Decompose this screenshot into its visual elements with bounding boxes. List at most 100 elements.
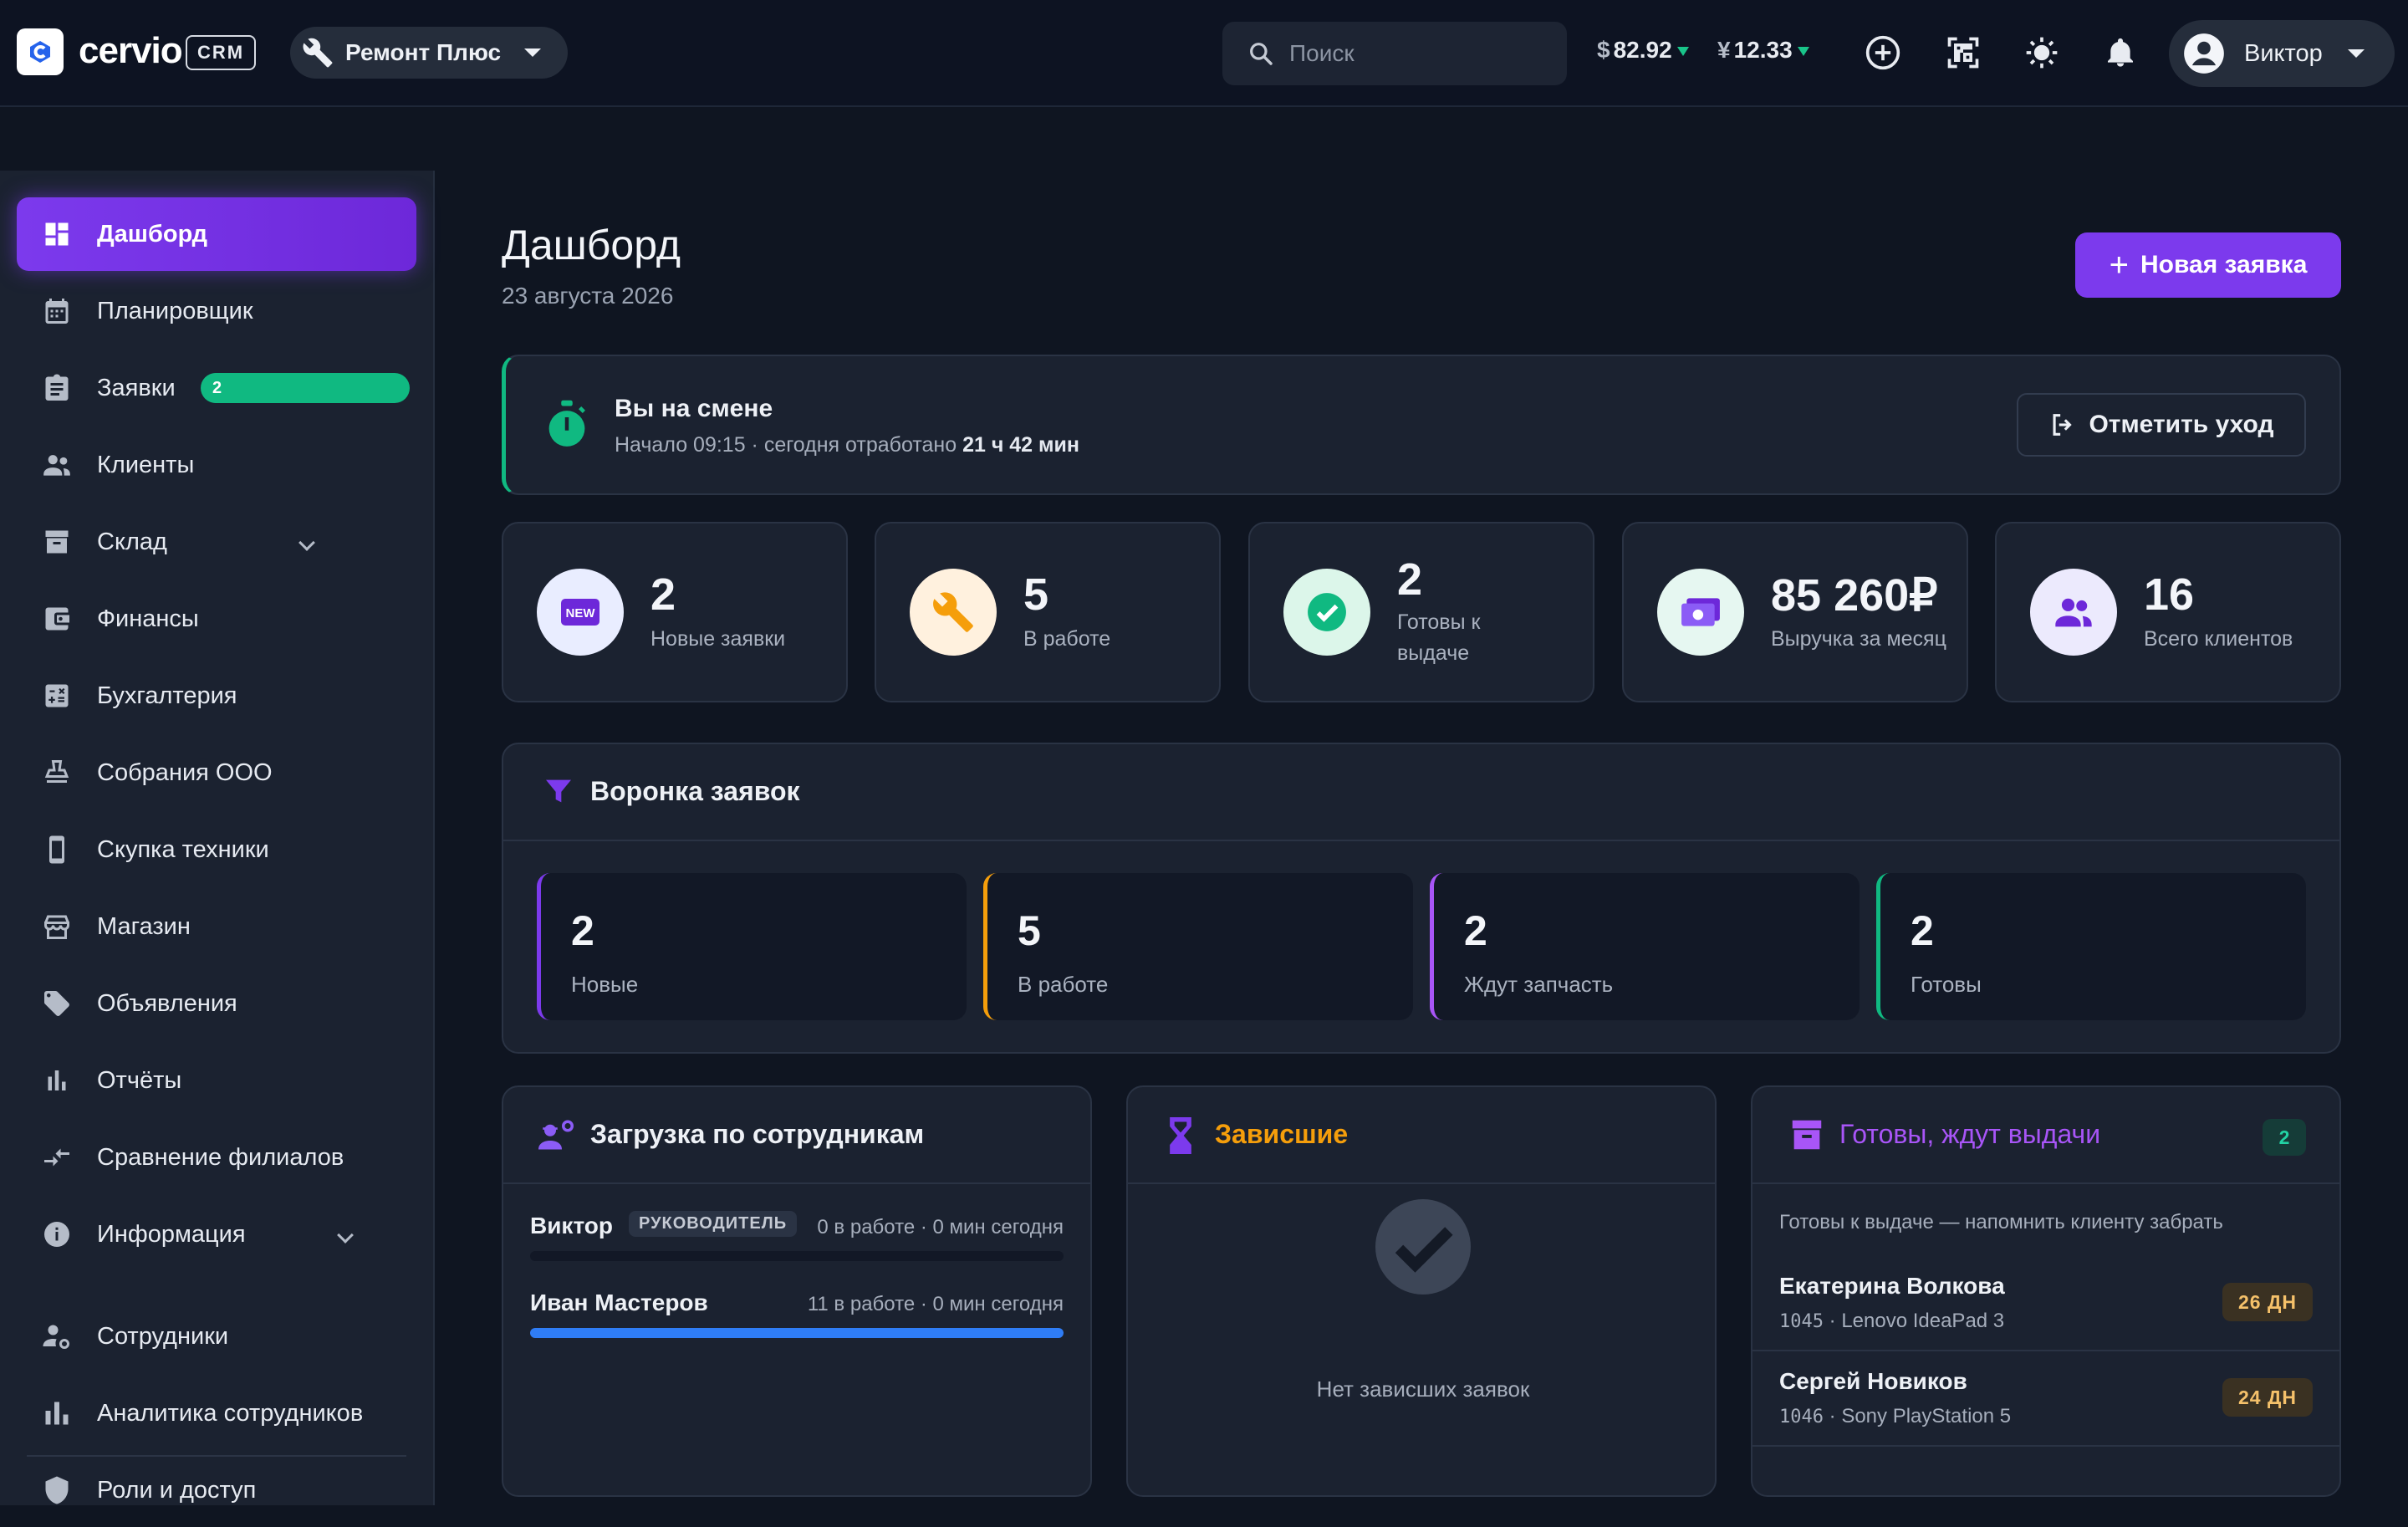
staff-settings-icon (38, 1318, 75, 1355)
page-date: 23 августа 2026 (502, 283, 674, 309)
new-order-button[interactable]: + Новая заявка (2075, 232, 2341, 298)
ready-subtitle: Готовы к выдаче — напомнить клиенту забр… (1779, 1211, 2223, 1233)
wrench-icon (910, 569, 997, 656)
ready-title: Готовы, ждут выдачи (1839, 1119, 2101, 1149)
filter-icon (542, 774, 575, 812)
days-badge: 26 ДН (2222, 1283, 2313, 1321)
workload-bar-fill (530, 1328, 1064, 1338)
funnel-stage[interactable]: 5 В работе (983, 873, 1413, 1020)
sidebar-item-ads[interactable]: Объявления (17, 967, 416, 1040)
logo-icon[interactable] (17, 28, 64, 75)
funnel-header: Воронка заявок (503, 744, 2339, 841)
archive-icon (1788, 1116, 1826, 1158)
sidebar-item-buyback[interactable]: Скупка техники (17, 813, 416, 886)
sidebar-item-staff[interactable]: Сотрудники (17, 1300, 416, 1373)
stopwatch-icon (544, 400, 589, 454)
plus-icon: + (2109, 247, 2129, 283)
shift-worked-time: 21 ч 42 мин (962, 433, 1079, 457)
wallet-icon (38, 600, 75, 637)
ready-row[interactable]: Сергей Новиков 1046 · Sony PlayStation 5… (1752, 1350, 2339, 1447)
engineer-icon (537, 1117, 575, 1157)
shift-subtitle: Начало 09:15 · сегодня отработано 21 ч 4… (615, 433, 1079, 457)
ready-count-badge: 2 (2263, 1119, 2306, 1156)
bar-chart-icon (38, 1062, 75, 1099)
funnel-stage[interactable]: 2 Готовы (1876, 873, 2306, 1020)
sidebar-item-reports[interactable]: Отчёты (17, 1044, 416, 1117)
workload-title: Загрузка по сотрудникам (590, 1119, 925, 1149)
calculator-icon (38, 677, 75, 714)
sidebar-item-planner[interactable]: Планировщик (17, 274, 416, 348)
top-bar: cervio CRM Ремонт Плюс Поиск $82.92 ¥12.… (0, 0, 2408, 107)
check-icon (1283, 569, 1370, 656)
stamp-icon (38, 754, 75, 791)
compare-arrows-icon (38, 1139, 75, 1176)
stat-card-revenue[interactable]: 85 260₽ Выручка за месяц (1622, 522, 1968, 702)
store-icon (38, 908, 75, 945)
sidebar-item-meetings[interactable]: Собрания ООО (17, 736, 416, 809)
sidebar-item-dashboard[interactable]: Дашборд (17, 197, 416, 271)
stat-card-in-progress[interactable]: 5 В работе (875, 522, 1221, 702)
sidebar-item-accounting[interactable]: Бухгалтерия (17, 659, 416, 733)
theme-sun-icon[interactable] (2017, 28, 2067, 78)
sidebar-item-warehouse[interactable]: Склад (17, 505, 416, 579)
currency-cny: ¥12.33 (1717, 37, 1809, 64)
sidebar-item-branches[interactable]: Сравнение филиалов (17, 1121, 416, 1194)
sidebar-item-staff-analytics[interactable]: Аналитика сотрудников (17, 1376, 416, 1450)
funnel-stage[interactable]: 2 Новые (537, 873, 967, 1020)
employee-stat: 0 в работе · 0 мин сегодня (817, 1216, 1064, 1238)
stat-card-clients[interactable]: 16 Всего клиентов (1995, 522, 2341, 702)
role-badge: РУКОВОДИТЕЛЬ (629, 1211, 798, 1237)
search-box[interactable]: Поиск (1222, 22, 1567, 85)
orders-count-badge: 2 (201, 373, 410, 403)
employee-name: Иван Мастеров (530, 1290, 708, 1315)
search-icon (1247, 40, 1274, 67)
people-icon (38, 447, 75, 483)
currency-usd: $82.92 (1597, 37, 1689, 64)
clipboard-icon (38, 370, 75, 406)
phone-icon (38, 831, 75, 868)
info-icon (38, 1216, 75, 1253)
avatar-icon (2182, 32, 2226, 75)
shift-card: Вы на смене Начало 09:15 · сегодня отраб… (502, 355, 2341, 495)
tag-icon (38, 985, 75, 1022)
calendar-icon (38, 293, 75, 329)
qr-code-icon[interactable] (1938, 28, 1988, 78)
clock-out-button[interactable]: Отметить уход (2017, 393, 2306, 457)
users-icon (2030, 569, 2117, 656)
branch-label: Ремонт Плюс (345, 39, 502, 65)
funnel-title: Воронка заявок (590, 776, 800, 806)
workload-header: Загрузка по сотрудникам (503, 1087, 1090, 1184)
stat-card-new[interactable]: NEW 2 Новые заявки (502, 522, 848, 702)
wrench-icon (302, 37, 334, 69)
add-circle-icon[interactable] (1858, 28, 1908, 78)
employee-name: Виктор (530, 1213, 613, 1238)
ready-header: Готовы, ждут выдачи 2 (1752, 1087, 2339, 1184)
sidebar-item-orders[interactable]: Заявки 2 (17, 351, 416, 425)
bell-icon[interactable] (2095, 28, 2145, 78)
funnel-card: Воронка заявок 2 Новые 5 В работе 2 Ждут… (502, 743, 2341, 1054)
sidebar-item-clients[interactable]: Клиенты (17, 428, 416, 502)
search-input[interactable]: Поиск (1289, 40, 1354, 67)
hourglass-icon (1166, 1117, 1195, 1158)
new-icon: NEW (537, 569, 624, 656)
chevron-down-icon (524, 49, 542, 57)
dashboard-icon (38, 216, 75, 253)
chevron-down-icon[interactable] (337, 1227, 354, 1244)
money-icon (1657, 569, 1744, 656)
funnel-stage[interactable]: 2 Ждут запчасть (1430, 873, 1860, 1020)
branch-selector[interactable]: Ремонт Плюс (290, 27, 568, 79)
shift-title: Вы на смене (615, 395, 773, 422)
archive-icon (38, 523, 75, 560)
stat-card-ready[interactable]: 2 Готовы к выдаче (1248, 522, 1594, 702)
sidebar-item-info[interactable]: Информация (17, 1198, 416, 1271)
logout-icon (2048, 411, 2077, 439)
days-badge: 24 ДН (2222, 1378, 2313, 1417)
sidebar-item-finance[interactable]: Финансы (17, 582, 416, 656)
sidebar-item-shop[interactable]: Магазин (17, 890, 416, 963)
chevron-down-icon (2347, 49, 2365, 58)
page-title: Дашборд (502, 222, 681, 268)
user-menu[interactable]: Виктор (2169, 20, 2395, 87)
ready-row[interactable]: Екатерина Волкова 1045 · Lenovo IdeaPad … (1752, 1254, 2339, 1351)
sidebar-item-roles[interactable]: Роли и доступ (17, 1453, 416, 1527)
chevron-down-icon[interactable] (298, 534, 315, 551)
